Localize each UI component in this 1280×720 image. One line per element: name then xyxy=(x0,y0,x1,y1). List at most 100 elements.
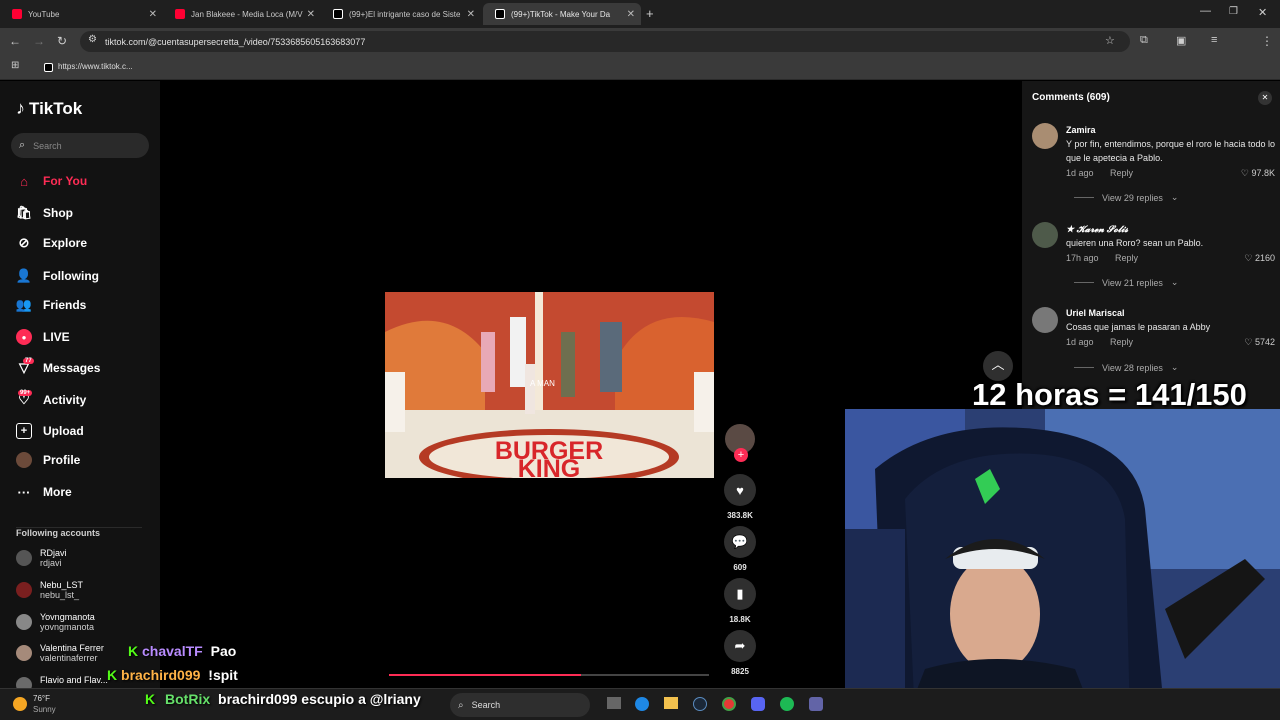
progress-track[interactable] xyxy=(389,674,709,676)
account-handle: yovngmanota xyxy=(40,622,95,632)
chevron-down-icon: ⌄ xyxy=(1170,362,1179,372)
nav-profile[interactable]: Profile xyxy=(16,452,80,468)
view-replies-label: View 29 replies xyxy=(1102,192,1163,203)
tiktok-logo[interactable]: ♪ TikTok xyxy=(16,98,82,119)
nav-shop[interactable]: 🛍 Shop xyxy=(16,205,73,221)
maximize-icon[interactable]: ❐ xyxy=(1229,6,1238,17)
shop-icon: 🛍 xyxy=(15,205,33,220)
file-explorer-icon[interactable] xyxy=(664,697,678,709)
menu-icon[interactable]: ⋮ xyxy=(1261,34,1273,48)
task-view-icon[interactable] xyxy=(607,697,621,709)
view-replies-button[interactable]: View 29 replies ⌄ xyxy=(1074,192,1178,203)
nav-friends[interactable]: 👥 Friends xyxy=(16,297,86,313)
account-yovngmanota[interactable]: Yovngmanota yovngmanota xyxy=(16,612,95,632)
like-count: 97.8K xyxy=(1251,168,1275,178)
avatar[interactable] xyxy=(1032,307,1058,333)
nav-explore[interactable]: ⊘ Explore xyxy=(16,235,87,251)
account-name: RDjavi xyxy=(40,548,67,558)
reload-icon[interactable]: ↻ xyxy=(57,34,67,48)
close-window-icon[interactable]: ✕ xyxy=(1258,6,1267,19)
nav-label: Upload xyxy=(43,424,84,438)
comment-like[interactable]: ♡ 5742 xyxy=(1244,337,1275,348)
extensions-icon[interactable]: ⧉ xyxy=(1140,34,1148,47)
minimize-icon[interactable]: — xyxy=(1200,5,1211,17)
view-replies-button[interactable]: View 21 replies ⌄ xyxy=(1074,277,1178,288)
share-button[interactable]: ➦ xyxy=(724,630,756,662)
close-tab-icon[interactable]: ✕ xyxy=(467,9,475,20)
nav-live[interactable]: ● LIVE xyxy=(16,329,70,345)
teams-icon[interactable] xyxy=(809,697,823,711)
nav-following[interactable]: 👤 Following xyxy=(16,268,99,284)
bookmark-star-icon[interactable]: ☆ xyxy=(1105,34,1115,47)
discord-icon[interactable] xyxy=(751,697,765,711)
bookmark-link[interactable]: https://www.tiktok.c... xyxy=(58,62,133,71)
account-rdjavi[interactable]: RDjavi rdjavi xyxy=(16,548,67,568)
following-icon: 👤 xyxy=(15,268,33,283)
view-replies-button[interactable]: View 28 replies ⌄ xyxy=(1074,362,1178,373)
site-info-icon[interactable]: ⚙ xyxy=(88,34,97,45)
tab-intrigante[interactable]: (99+)El intrigante caso de Siste ✕ xyxy=(321,3,481,25)
bookmark-icon: ▮ xyxy=(736,586,744,601)
close-tab-icon[interactable]: ✕ xyxy=(627,9,635,20)
tab-jan-blakeee[interactable]: Jan Blakeee - Media Loca (M/V ✕ xyxy=(163,3,321,25)
apps-grid-icon[interactable]: ⊞ xyxy=(11,60,19,71)
heart-outline-icon: ♡ xyxy=(1244,337,1253,347)
tab-youtube[interactable]: YouTube ✕ xyxy=(0,3,163,25)
video-player[interactable]: BURGER KING A MAN xyxy=(385,292,714,478)
search-input[interactable]: ⌕ Search xyxy=(11,133,149,158)
nav-for-you[interactable]: ⌂ For You xyxy=(16,173,87,189)
comment-button[interactable]: 💬 xyxy=(724,526,756,558)
steam-icon[interactable] xyxy=(693,697,707,711)
forward-icon[interactable]: → xyxy=(33,34,45,48)
comments-panel: Comments (609) ✕ Zamira Y por fin, enten… xyxy=(1022,81,1280,411)
avatar[interactable] xyxy=(1032,123,1058,149)
avatar[interactable] xyxy=(1032,222,1058,248)
avatar xyxy=(16,550,32,566)
edge-icon[interactable] xyxy=(635,697,649,711)
comment-user[interactable]: Uriel Mariscal xyxy=(1066,308,1125,318)
tab-tiktok-active[interactable]: (99+)TikTok - Make Your Da ✕ xyxy=(483,3,641,25)
avatar xyxy=(16,582,32,598)
close-tab-icon[interactable]: ✕ xyxy=(307,9,315,20)
nav-label: Shop xyxy=(43,206,73,220)
comment-like[interactable]: ♡ 2160 xyxy=(1244,253,1275,264)
chat-message: K BotRix brachird099 escupio a @lriany xyxy=(145,691,421,707)
reading-list-icon[interactable]: ≡ xyxy=(1211,34,1217,46)
webcam-feed xyxy=(845,409,1280,720)
chat-text: !spit xyxy=(208,667,238,683)
nav-more[interactable]: ··· More xyxy=(16,484,72,500)
follow-plus-icon[interactable]: + xyxy=(734,448,748,462)
nav-label: More xyxy=(43,485,72,499)
new-tab-icon[interactable]: + xyxy=(646,6,654,21)
taskbar-search[interactable]: ⌕ Search xyxy=(450,693,590,717)
save-count: 18.8K xyxy=(729,615,751,624)
comment-count: 609 xyxy=(733,563,747,572)
spotify-icon[interactable] xyxy=(780,697,794,711)
nav-upload[interactable]: + Upload xyxy=(16,423,84,439)
nav-label: Following xyxy=(43,269,99,283)
account-valentina[interactable]: Valentina Ferrer valentinaferrer xyxy=(16,643,104,663)
comment-text: quieren una Roro? sean un Pablo. xyxy=(1066,238,1204,248)
reply-button[interactable]: Reply xyxy=(1110,337,1133,347)
reply-button[interactable]: Reply xyxy=(1110,168,1133,178)
share-count: 8825 xyxy=(731,667,749,676)
tab-title: YouTube xyxy=(28,9,60,19)
save-button[interactable]: ▮ xyxy=(724,578,756,610)
chevron-up-icon: ︿ xyxy=(991,357,1005,372)
back-icon[interactable]: ← xyxy=(9,34,21,48)
close-comments-icon[interactable]: ✕ xyxy=(1258,91,1272,105)
like-button[interactable]: ♥ xyxy=(724,474,756,506)
chrome-icon[interactable] xyxy=(722,697,736,711)
account-name: Valentina Ferrer xyxy=(40,643,104,653)
comment-like[interactable]: ♡ 97.8K xyxy=(1241,168,1275,179)
comment-text: Cosas que jamas le pasaran a Abby xyxy=(1066,322,1211,332)
tiktok-icon xyxy=(495,9,505,19)
comment-user[interactable]: ★ 𝓚𝓪𝓻𝓮𝓷 𝓢𝓸𝓵𝓲𝓼 xyxy=(1066,224,1128,235)
url-field[interactable]: ⚙ tiktok.com/@cuentasupersecretta_/video… xyxy=(80,31,1130,52)
account-nebu[interactable]: Nebu_LST nebu_lst_ xyxy=(16,580,83,600)
sidepanel-icon[interactable]: ▣ xyxy=(1176,34,1186,47)
heart-outline-icon: ♡ xyxy=(1240,168,1249,178)
close-tab-icon[interactable]: ✕ xyxy=(149,9,157,20)
comment-user[interactable]: Zamira xyxy=(1066,125,1096,135)
reply-button[interactable]: Reply xyxy=(1115,253,1138,263)
